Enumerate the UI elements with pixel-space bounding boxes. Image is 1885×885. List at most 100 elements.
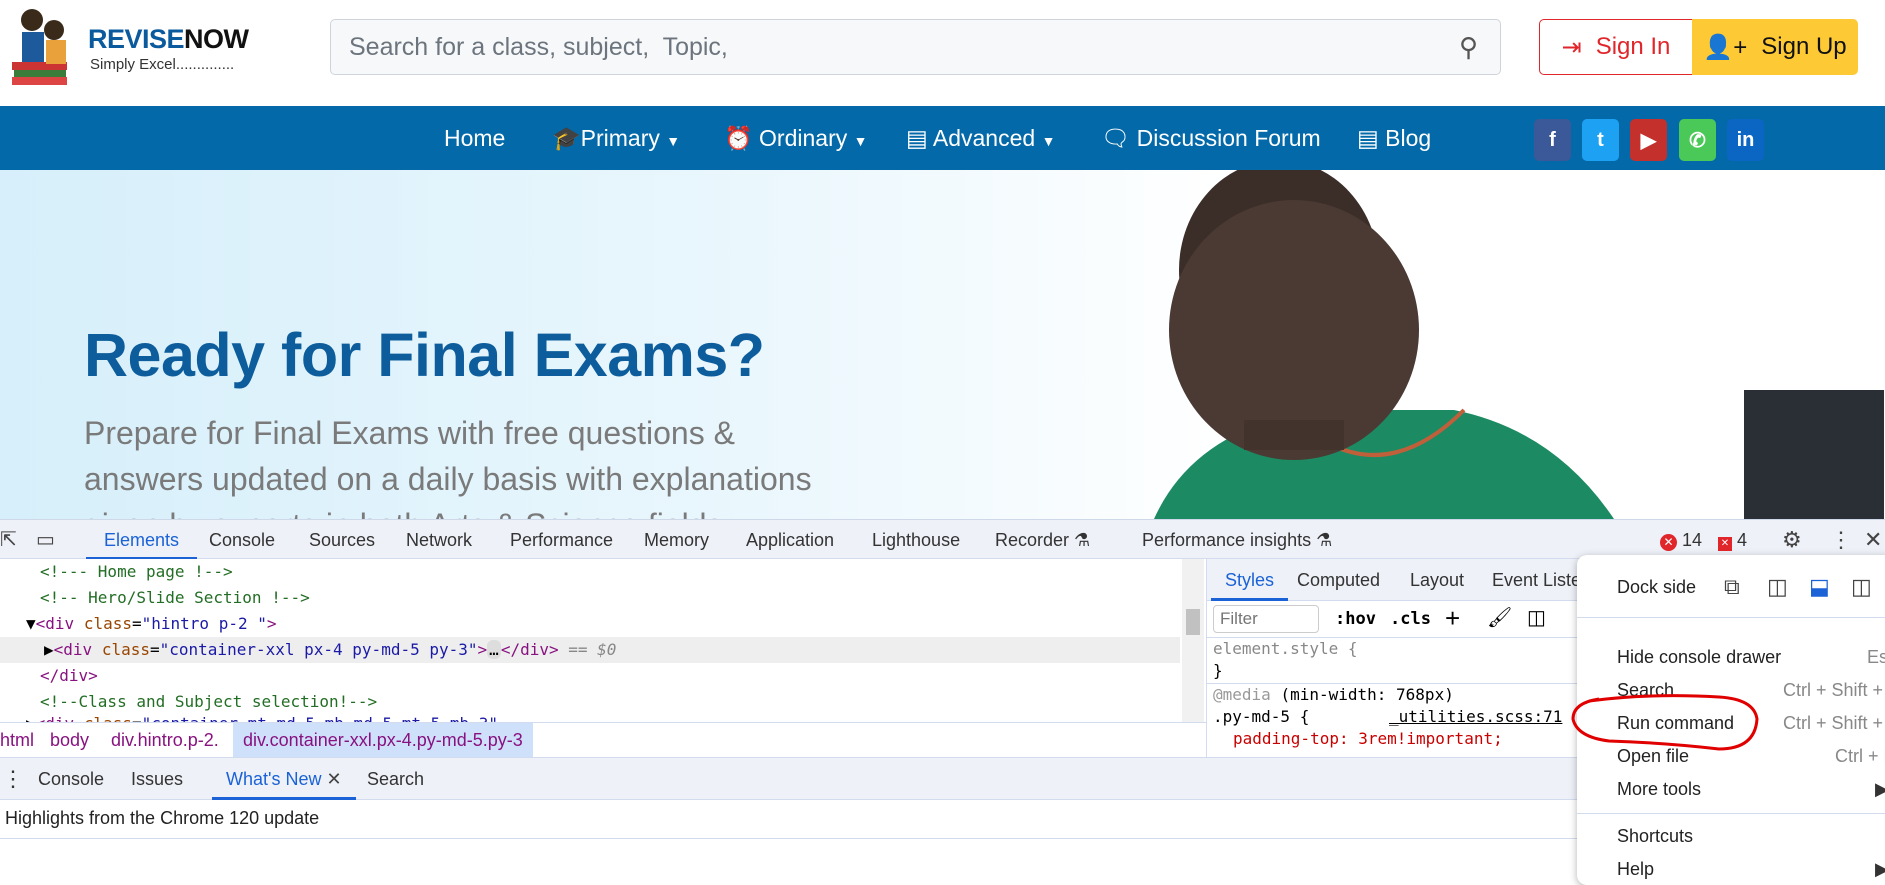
devtools-customize-menu: Dock side ⧉ ◫ ⬓ ◫ Hide console drawer Es… [1571, 555, 1885, 885]
error-count[interactable]: ✕ 14 [1660, 520, 1702, 560]
sign-in-button[interactable]: ⇥ Sign In [1539, 19, 1693, 75]
nav-home[interactable]: Home [444, 106, 505, 170]
drawer-tab-issues[interactable]: Issues [131, 758, 183, 800]
sign-up-button[interactable]: 👤+ Sign Up [1692, 19, 1858, 75]
drawer-tab-search[interactable]: Search [367, 758, 424, 800]
whats-new-headline[interactable]: Highlights from the Chrome 120 update [5, 808, 319, 829]
tab-event-listeners[interactable]: Event Listeners [1492, 559, 1586, 601]
device-toolbar-icon[interactable]: ▭ [36, 520, 55, 560]
nav-ordinary[interactable]: ⏰ Ordinary ▼ [724, 106, 867, 170]
logo[interactable]: REVISENOW Simply Excel.............. [4, 2, 266, 92]
dock-left-icon[interactable]: ◫ [1767, 572, 1788, 602]
py-md-5-rule[interactable]: .py-md-5 {_utilities.scss:71 [1213, 706, 1586, 728]
padding-top-declaration[interactable]: padding-top: 3rem!important; [1213, 728, 1586, 750]
tab-application[interactable]: Application [746, 520, 834, 560]
dock-right-icon[interactable]: ◫ [1851, 572, 1872, 602]
media-query: @media (min-width: 768px) [1213, 685, 1454, 704]
linkedin-icon[interactable]: in [1727, 119, 1764, 161]
submenu-arrow-icon: ▶ [1875, 859, 1885, 879]
dom-tree-scrollbar[interactable] [1182, 559, 1204, 722]
element-style-rule[interactable]: element.style { [1213, 638, 1586, 660]
error-icon: ✕ [1660, 534, 1677, 551]
tab-sources[interactable]: Sources [309, 520, 375, 560]
caret-down-icon: ▼ [853, 133, 868, 149]
menu-open-file[interactable]: Open file [1617, 741, 1689, 771]
dom-tree: <!--- Home page !--> <!-- Hero/Slide Sec… [0, 559, 1187, 722]
shortcut-text: Ctrl + Shift + F [1783, 680, 1885, 700]
warning-count[interactable]: ✕ 4 [1718, 520, 1747, 560]
newspaper-icon: ▤ [1357, 125, 1379, 151]
dock-side-label: Dock side [1617, 577, 1697, 597]
tab-elements[interactable]: Elements [86, 520, 198, 560]
dom-node[interactable]: ▼<div class="hintro p-2 "> [0, 611, 1180, 637]
youtube-icon[interactable]: ▶ [1630, 119, 1667, 161]
sign-in-icon: ⇥ [1561, 33, 1582, 61]
undock-icon[interactable]: ⧉ [1724, 572, 1740, 602]
toggle-sidebar-icon[interactable]: ◫ [1527, 605, 1546, 630]
search-icon[interactable]: ⚲ [1459, 32, 1478, 63]
hero-title: Ready for Final Exams? [84, 321, 765, 389]
caret-down-icon: ▼ [1041, 133, 1056, 149]
logo-brand: REVISENOW [88, 24, 249, 54]
tab-recorder[interactable]: Recorder ⚗ [995, 520, 1090, 560]
cls-toggle[interactable]: .cls [1390, 609, 1431, 629]
search-input[interactable] [349, 32, 1399, 62]
students-logo-icon [12, 9, 67, 85]
ellipsis-icon[interactable]: … [487, 640, 501, 659]
menu-hide-console-drawer[interactable]: Hide console drawer [1617, 642, 1781, 672]
twitter-icon[interactable]: t [1582, 119, 1619, 161]
dom-node[interactable]: <!--- Home page !--> [0, 559, 1180, 585]
hero-photo [1154, 170, 1884, 519]
tab-lighthouse[interactable]: Lighthouse [872, 520, 960, 560]
dom-node[interactable]: </div> [0, 663, 1180, 689]
menu-help[interactable]: Help [1617, 854, 1654, 884]
new-style-rule-icon[interactable]: + [1445, 603, 1460, 634]
user-plus-icon: 👤+ [1703, 33, 1748, 61]
shortcut-text: Ctrl + Shift + P [1783, 713, 1885, 733]
tab-computed[interactable]: Computed [1297, 559, 1380, 601]
expand-triangle-icon[interactable]: ▼ [26, 614, 36, 633]
menu-shortcuts[interactable]: Shortcuts [1617, 821, 1693, 851]
paint-brush-icon[interactable]: 🖌 [1487, 605, 1512, 630]
close-tab-icon[interactable]: ✕ [326, 769, 341, 789]
nav-blog[interactable]: ▤ Blog [1357, 106, 1431, 170]
dom-node-selected[interactable]: ▶<div class="container-xxl px-4 py-md-5 … [0, 637, 1180, 663]
close-devtools-icon[interactable]: ✕ [1864, 520, 1882, 560]
menu-more-tools[interactable]: More tools [1617, 774, 1701, 804]
collapse-triangle-icon[interactable]: ▶ [44, 640, 54, 659]
more-options-icon[interactable]: ⋮ [1830, 520, 1852, 560]
chat-icon: 🗨 [1101, 125, 1131, 151]
whatsapp-icon[interactable]: ✆ [1679, 119, 1716, 161]
logo-tagline: Simply Excel.............. [90, 56, 235, 73]
tab-console[interactable]: Console [209, 520, 275, 560]
nav-advanced[interactable]: ▤ Advanced ▼ [906, 106, 1055, 170]
tab-styles[interactable]: Styles [1211, 559, 1289, 601]
drawer-tab-console[interactable]: Console [38, 758, 104, 800]
drawer-tab-whats-new[interactable]: What's New ✕ [212, 758, 356, 800]
settings-gear-icon[interactable]: ⚙ [1782, 520, 1802, 560]
dock-bottom-icon[interactable]: ⬓ [1809, 572, 1830, 602]
sign-up-label: Sign Up [1761, 33, 1847, 60]
sign-in-label: Sign In [1595, 33, 1671, 60]
dom-node[interactable]: ▶<div class="container mt-md-5 mb-md-5 m… [0, 711, 1180, 722]
hov-toggle[interactable]: :hov [1335, 609, 1376, 629]
styles-filter-input[interactable] [1213, 605, 1319, 633]
source-link[interactable]: _utilities.scss:71 [1389, 706, 1562, 728]
breadcrumb-div-hintro[interactable]: div.hintro.p-2. [111, 723, 219, 757]
facebook-icon[interactable]: f [1534, 119, 1571, 161]
rule-close-brace: } [1213, 661, 1223, 680]
tab-network[interactable]: Network [406, 520, 472, 560]
tab-performance[interactable]: Performance [510, 520, 613, 560]
breadcrumb-body[interactable]: body [50, 723, 89, 757]
drawer-menu-icon[interactable]: ⋮ [2, 758, 24, 800]
nav-primary[interactable]: 🎓Primary ▼ [552, 106, 680, 170]
inspect-element-icon[interactable]: ⇱ [0, 520, 17, 560]
site-header: REVISENOW Simply Excel.............. ⚲ ⇥… [0, 0, 1885, 106]
nav-discussion-forum[interactable]: 🗨 Discussion Forum [1101, 106, 1321, 170]
dom-node[interactable]: <!-- Hero/Slide Section !--> [0, 585, 1180, 611]
tab-layout[interactable]: Layout [1410, 559, 1464, 601]
breadcrumb-html[interactable]: html [0, 723, 34, 757]
tab-memory[interactable]: Memory [644, 520, 709, 560]
breadcrumb-div-container[interactable]: div.container-xxl.px-4.py-md-5.py-3 [233, 723, 533, 757]
tab-performance-insights[interactable]: Performance insights ⚗ [1142, 520, 1332, 560]
